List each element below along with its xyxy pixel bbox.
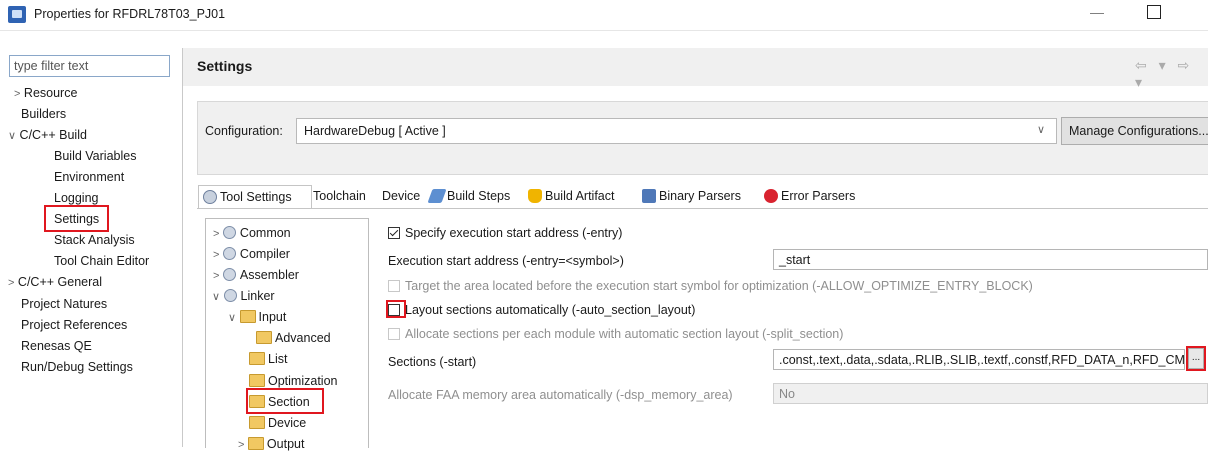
tool-node-linker[interactable]: ∨ Linker <box>212 289 275 303</box>
gear-icon <box>222 268 236 281</box>
option-specify-entry[interactable]: Specify execution start address (-entry) <box>388 226 622 240</box>
faa-memory-label: Allocate FAA memory area automatically (… <box>388 388 733 402</box>
folder-icon <box>247 437 264 450</box>
filter-input[interactable]: type filter text <box>9 55 170 77</box>
folder-icon <box>249 374 265 387</box>
tree-item-logging[interactable]: Logging <box>54 191 99 205</box>
faa-memory-select[interactable]: No <box>773 383 1208 404</box>
option-split-section[interactable]: Allocate sections per each module with a… <box>388 327 843 341</box>
tree-item-build-variables[interactable]: Build Variables <box>54 149 136 163</box>
gear-icon <box>222 226 236 239</box>
history-nav-icons[interactable]: ⇦ ▾ ⇨ ▾ <box>1135 57 1208 91</box>
page-title: Settings <box>197 58 253 74</box>
tool-node-device[interactable]: Device <box>249 416 306 430</box>
entry-address-label: Execution start address (-entry=<symbol>… <box>388 254 624 268</box>
highlight-box-browse <box>1186 346 1206 371</box>
configuration-value: HardwareDebug [ Active ] <box>304 124 446 138</box>
window-title: Properties for RFDRL78T03_PJ01 <box>34 7 226 21</box>
app-icon <box>8 6 26 23</box>
manage-configurations-button[interactable]: Manage Configurations... <box>1061 117 1208 145</box>
tree-item-project-natures[interactable]: Project Natures <box>21 297 107 311</box>
checkbox-checked[interactable] <box>388 227 400 239</box>
checkbox-disabled[interactable] <box>388 280 400 292</box>
tree-item-renesas-qe[interactable]: Renesas QE <box>21 339 92 353</box>
minimize-button[interactable]: — <box>1090 4 1104 20</box>
settings-header <box>183 48 1208 86</box>
sections-label: Sections (-start) <box>388 355 477 369</box>
tab-error-parsers[interactable]: Error Parsers <box>760 185 855 207</box>
folder-icon <box>249 352 265 365</box>
tree-item-environment[interactable]: Environment <box>54 170 124 184</box>
checkbox-disabled[interactable] <box>388 328 400 340</box>
tree-item-tool-chain-editor[interactable]: Tool Chain Editor <box>54 254 149 268</box>
tab-device[interactable]: Device <box>378 185 420 207</box>
sections-input[interactable]: .const,.text,.data,.sdata,.RLIB,.SLIB,.t… <box>773 349 1185 370</box>
tab-build-steps[interactable]: Build Steps <box>426 185 510 207</box>
tree-item-run-debug-settings[interactable]: Run/Debug Settings <box>21 360 133 374</box>
highlight-box-auto-layout <box>386 300 406 318</box>
gear-icon <box>222 247 236 260</box>
tab-toolchain[interactable]: Toolchain <box>309 185 366 207</box>
tool-node-common[interactable]: > Common <box>213 226 291 240</box>
tool-node-compiler[interactable]: > Compiler <box>213 247 290 261</box>
tree-item-project-references[interactable]: Project References <box>21 318 127 332</box>
tab-binary-parsers[interactable]: Binary Parsers <box>638 185 741 207</box>
tree-item-cpp-build[interactable]: ∨ C/C++ Build <box>8 128 87 142</box>
tool-node-advanced[interactable]: Advanced <box>256 331 331 345</box>
option-optimize-entry-block[interactable]: Target the area located before the execu… <box>388 279 1033 293</box>
error-icon <box>764 189 778 203</box>
option-auto-section-layout[interactable]: Layout sections automatically (-auto_sec… <box>388 303 695 317</box>
highlight-box-section <box>246 388 324 414</box>
binary-icon <box>642 189 656 203</box>
tab-build-artifact[interactable]: Build Artifact <box>524 185 614 207</box>
tool-node-list[interactable]: List <box>249 352 287 366</box>
configuration-label: Configuration: <box>205 124 283 138</box>
gear-icon <box>223 289 237 302</box>
trophy-icon <box>528 189 542 203</box>
tab-tool-settings[interactable]: Tool Settings <box>198 185 312 208</box>
tree-item-stack-analysis[interactable]: Stack Analysis <box>54 233 135 247</box>
tree-item-builders[interactable]: Builders <box>21 107 66 121</box>
highlight-box-settings <box>44 205 109 232</box>
maximize-button[interactable] <box>1147 5 1161 19</box>
entry-address-input[interactable]: _start <box>773 249 1208 270</box>
folder-icon <box>256 331 272 344</box>
tree-item-cpp-general[interactable]: > C/C++ General <box>8 275 102 289</box>
tool-node-optimization[interactable]: Optimization <box>249 374 337 388</box>
build-steps-icon <box>427 189 447 203</box>
tool-node-input[interactable]: ∨ Input <box>228 310 286 324</box>
folder-icon <box>249 416 265 429</box>
folder-icon <box>239 310 256 323</box>
gear-icon <box>203 190 217 204</box>
chevron-down-icon[interactable]: ∨ <box>1037 123 1045 136</box>
tool-node-output[interactable]: > Output <box>238 437 304 451</box>
tab-divider <box>197 208 1208 209</box>
tool-node-assembler[interactable]: > Assembler <box>213 268 299 282</box>
tree-item-resource[interactable]: > Resource <box>14 86 77 100</box>
